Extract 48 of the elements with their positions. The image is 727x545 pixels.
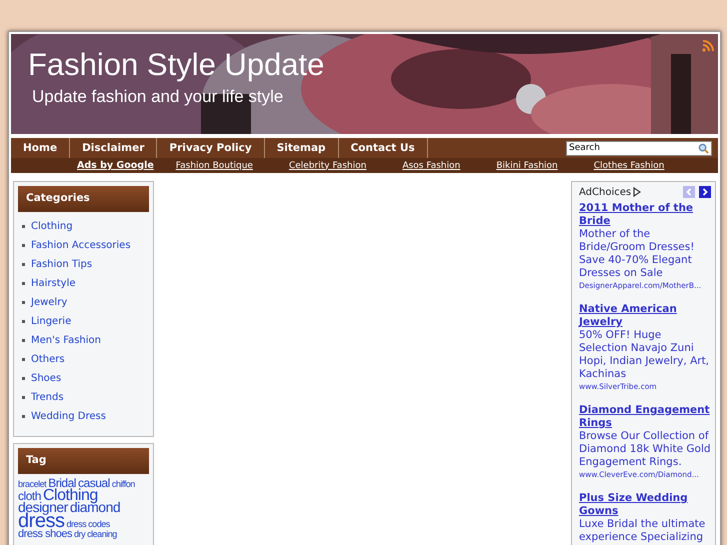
tag-link[interactable]: dress shoes xyxy=(18,530,72,539)
tag-link[interactable]: designer xyxy=(18,502,68,514)
site-tagline: Update fashion and your life style xyxy=(32,87,284,107)
ad-text: Mother of the Bride/Groom Dresses! Save 40-70% Elegant Dresses on Sale xyxy=(579,228,696,280)
tag-link[interactable]: cloth xyxy=(18,492,41,502)
category-link[interactable]: Hairstyle xyxy=(31,278,76,289)
panel-heading: Tag xyxy=(18,448,149,474)
ad-link[interactable]: Clothes Fashion xyxy=(594,160,664,170)
play-icon[interactable] xyxy=(633,187,642,197)
category-link[interactable]: Clothing xyxy=(31,221,73,232)
panel-heading: Categories xyxy=(18,186,149,212)
ad-link[interactable]: Fashion Boutique xyxy=(176,160,253,170)
category-link[interactable]: Shoes xyxy=(31,373,62,384)
tag-link[interactable]: diamond xyxy=(70,502,120,514)
ad-title-link[interactable]: Native American Jewelry xyxy=(579,303,711,329)
rss-icon[interactable] xyxy=(702,40,714,52)
tag-link[interactable]: dress xyxy=(18,513,65,530)
tag-link[interactable]: chiffon xyxy=(112,481,135,488)
category-link[interactable]: Wedding Dress xyxy=(31,411,106,422)
ad-title-link[interactable]: Diamond Engagement Rings xyxy=(579,404,711,430)
previous-icon[interactable] xyxy=(683,186,695,198)
category-link[interactable]: Others xyxy=(31,354,65,365)
category-link[interactable]: Men's Fashion xyxy=(31,335,101,346)
ad-text: Luxe Bridal the ultimate experience Specializing xyxy=(579,518,706,544)
category-link[interactable]: Jewelry xyxy=(31,297,68,308)
ad-link[interactable]: Asos Fashion xyxy=(402,160,460,170)
ad-link[interactable]: Celebrity Fashion xyxy=(288,160,366,170)
ad-title-link[interactable]: Plus Size Wedding Gowns xyxy=(579,492,711,518)
category-link[interactable]: Fashion Tips xyxy=(31,259,92,270)
tag-link[interactable]: bracelet xyxy=(18,481,46,488)
tag-link[interactable]: Clothing xyxy=(42,488,98,502)
ads-by-google-link[interactable]: Ads by Google xyxy=(77,160,154,171)
tag-link[interactable]: dress codes xyxy=(66,521,110,529)
tag-link[interactable]: casual xyxy=(78,479,110,489)
search-field[interactable]: Search xyxy=(566,140,712,156)
next-icon[interactable] xyxy=(699,186,711,198)
tag-link[interactable]: Bridal xyxy=(48,479,76,489)
search-icon[interactable] xyxy=(698,142,709,154)
adchoices-label[interactable]: AdChoices xyxy=(579,186,632,198)
tag-link[interactable]: dry cleaning xyxy=(74,530,117,538)
site-title[interactable]: Fashion Style Update xyxy=(28,48,324,82)
category-link[interactable]: Trends xyxy=(31,392,64,403)
ad-link[interactable]: Bikini Fashion xyxy=(496,160,558,170)
ad-text: Browse Our Collection of Diamond 18k White Gold Engagement Rings. xyxy=(579,430,711,469)
ad-title-link[interactable]: 2011 Mother of the Bride xyxy=(579,202,711,228)
ad-text: 50% OFF! Huge Selection Navajo Zuni Hopi, Indian Jewelry, Art, Kachinas xyxy=(579,329,710,381)
category-link[interactable]: Fashion Accessories xyxy=(31,240,131,251)
category-link[interactable]: Lingerie xyxy=(31,316,72,327)
